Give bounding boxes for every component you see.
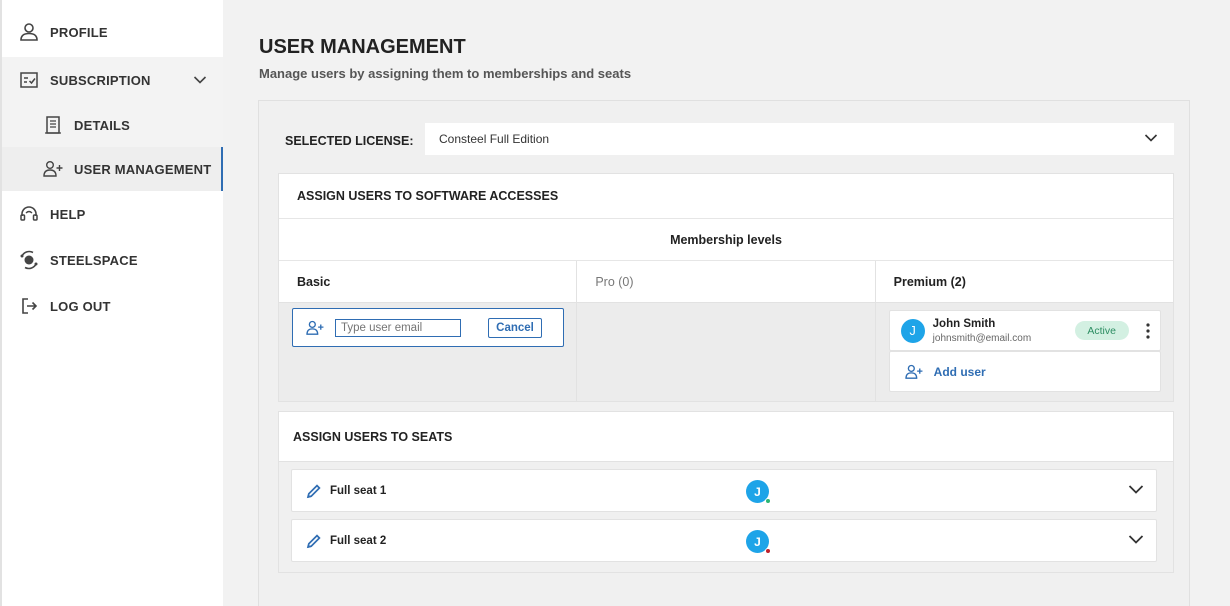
sidebar-item-profile[interactable]: PROFILE	[2, 9, 223, 55]
seat-row[interactable]: Full seat 2 J	[291, 519, 1157, 562]
sidebar-item-label: PROFILE	[50, 24, 108, 40]
status-badge: Active	[1074, 321, 1129, 340]
sidebar-item-label: LOG OUT	[50, 298, 111, 314]
user-add-icon	[42, 158, 64, 180]
sidebar-item-label: DETAILS	[74, 117, 131, 133]
chevron-down-icon	[1144, 132, 1158, 146]
sidebar-item-label: HELP	[50, 206, 86, 222]
software-access-section: ASSIGN USERS TO SOFTWARE ACCESSES Member…	[278, 173, 1174, 402]
sidebar-item-label: USER MANAGEMENT	[74, 161, 212, 177]
column-header: Pro (0)	[577, 261, 875, 303]
seat-label: Full seat 1	[330, 484, 387, 497]
chevron-down-icon[interactable]	[193, 73, 207, 88]
section-title: ASSIGN USERS TO SOFTWARE ACCESSES	[279, 174, 1173, 219]
license-value: Consteel Full Edition	[439, 132, 550, 146]
status-dot	[765, 548, 771, 554]
user-email: johnsmith@email.com	[932, 332, 1032, 344]
pencil-icon[interactable]	[306, 533, 322, 549]
membership-levels-header: Membership levels	[279, 219, 1173, 261]
document-icon	[42, 114, 64, 136]
license-select[interactable]: Consteel Full Edition	[425, 123, 1174, 155]
page-title: USER MANAGEMENT	[259, 36, 466, 58]
section-title: ASSIGN USERS TO SEATS	[279, 412, 1173, 462]
user-management-panel: SELECTED LICENSE: Consteel Full Edition …	[258, 100, 1190, 606]
avatar: J	[746, 530, 771, 554]
user-add-icon	[904, 364, 924, 380]
logout-icon	[18, 295, 40, 317]
main-content: USER MANAGEMENT Manage users by assignin…	[223, 0, 1230, 606]
steelspace-icon	[18, 249, 40, 271]
avatar: J	[900, 318, 925, 343]
sidebar-item-logout[interactable]: LOG OUT	[2, 283, 223, 329]
sidebar-item-subscription[interactable]: SUBSCRIPTION	[2, 57, 223, 103]
avatar-initial: J	[754, 484, 761, 499]
user-add-icon	[305, 320, 325, 336]
column-basic: Basic Cancel	[279, 261, 578, 401]
sidebar-item-details[interactable]: DETAILS	[2, 103, 223, 147]
column-header: Basic	[279, 261, 577, 303]
person-icon	[18, 21, 40, 43]
sidebar-item-label: SUBSCRIPTION	[50, 72, 151, 88]
sidebar-item-help[interactable]: HELP	[2, 191, 223, 237]
chevron-down-icon[interactable]	[1128, 484, 1144, 495]
user-email-input[interactable]	[335, 318, 461, 337]
cancel-button[interactable]: Cancel	[488, 317, 542, 338]
add-user-email-box: Cancel	[292, 308, 564, 347]
add-user-button[interactable]: Add user	[888, 351, 1161, 392]
user-card[interactable]: J John Smith johnsmith@email.com Active	[888, 310, 1161, 351]
more-options-icon[interactable]	[1136, 322, 1160, 339]
column-header: Premium (2)	[875, 261, 1173, 303]
sidebar: PROFILE SUBSCRIPTION DETAILS USER MANAGE…	[0, 0, 223, 606]
seat-label: Full seat 2	[330, 534, 387, 547]
subscription-icon	[18, 69, 40, 91]
headset-icon	[18, 203, 40, 225]
add-user-label: Add user	[933, 364, 986, 379]
avatar: J	[746, 480, 771, 504]
seats-section: ASSIGN USERS TO SEATS Full seat 1 J Full…	[278, 411, 1174, 573]
sidebar-item-user-management[interactable]: USER MANAGEMENT	[2, 147, 223, 191]
column-premium: Premium (2) J John Smith johnsmith@email…	[875, 261, 1173, 401]
avatar-initial: J	[754, 534, 761, 549]
pencil-icon[interactable]	[306, 483, 322, 499]
column-pro: Pro (0)	[577, 261, 876, 401]
page-subtitle: Manage users by assigning them to member…	[259, 66, 632, 81]
sidebar-item-steelspace[interactable]: STEELSPACE	[2, 237, 223, 283]
chevron-down-icon[interactable]	[1128, 534, 1144, 545]
user-name: John Smith	[932, 317, 996, 330]
sidebar-item-label: STEELSPACE	[50, 252, 138, 268]
license-label: SELECTED LICENSE:	[285, 134, 414, 148]
seat-row[interactable]: Full seat 1 J	[291, 469, 1157, 512]
status-dot	[765, 498, 771, 504]
